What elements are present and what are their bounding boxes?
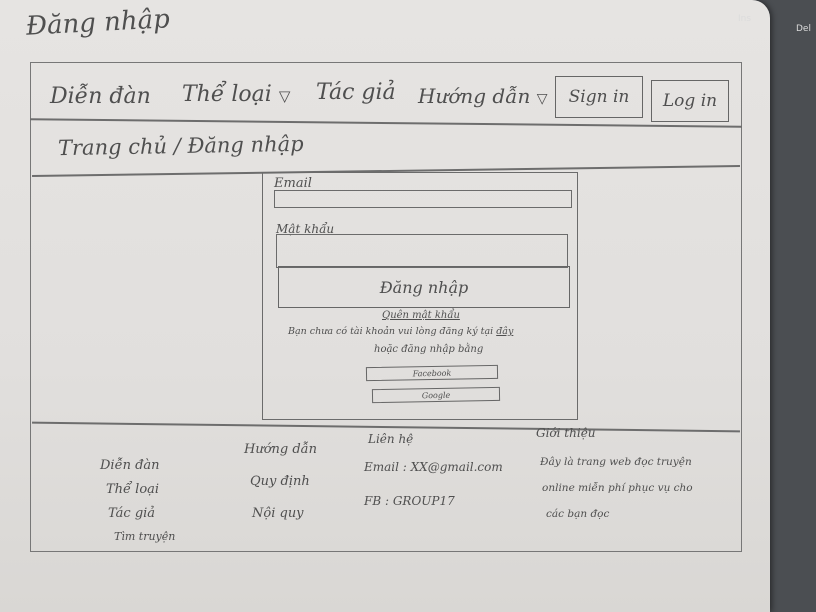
keyboard-edge: Ins Del	[726, 0, 816, 40]
contact-facebook: FB : GROUP17	[364, 494, 455, 508]
google-login-label: Google	[421, 390, 451, 400]
login-submit-label: Đăng nhập	[379, 277, 469, 297]
footer-link[interactable]: Tìm truyện	[114, 530, 175, 543]
nav-genre-label: Thể loại	[182, 82, 272, 107]
page-title: Đăng nhập	[25, 4, 171, 42]
nav-genre[interactable]: Thể loại ▽	[182, 82, 290, 107]
nav-guide-label: Hướng dẫn	[418, 84, 531, 108]
google-login-button[interactable]: Google	[371, 386, 501, 404]
register-text: Bạn chưa có tài khoản vui lòng đăng ký t…	[288, 326, 513, 337]
footer-link[interactable]: Hướng dẫn	[244, 442, 317, 457]
footer-link[interactable]: Nội quy	[252, 506, 304, 521]
log-in-button[interactable]: Log in	[651, 80, 729, 122]
nav-guide[interactable]: Hướng dẫn ▽	[418, 84, 547, 108]
register-text-label: Bạn chưa có tài khoản vui lòng đăng ký t…	[288, 326, 494, 337]
footer-link[interactable]: Quy định	[250, 474, 310, 489]
chevron-down-icon: ▽	[536, 91, 548, 107]
footer-link[interactable]: Diễn đàn	[100, 458, 160, 473]
facebook-login-label: Facebook	[412, 368, 452, 378]
contact-email: Email : XX@gmail.com	[364, 460, 503, 474]
login-submit-button[interactable]: Đăng nhập	[278, 266, 570, 308]
breadcrumb: Trang chủ / Đăng nhập	[57, 131, 304, 161]
contact-heading: Liên hệ	[368, 432, 414, 446]
forgot-password-link[interactable]: Quên mật khẩu	[382, 310, 460, 321]
register-link[interactable]: đây	[496, 326, 513, 337]
del-key-label: Del	[796, 24, 811, 34]
sign-in-label: Sign in	[568, 87, 630, 107]
footer-link[interactable]: Thể loại	[106, 482, 159, 497]
ins-key-label: Ins	[738, 14, 752, 24]
about-line: các bạn đọc	[546, 508, 610, 520]
email-field[interactable]	[274, 190, 572, 208]
footer-link[interactable]: Tác giả	[108, 506, 155, 521]
sign-in-button[interactable]: Sign in	[555, 76, 643, 118]
about-line: Đây là trang web đọc truyện	[540, 456, 692, 468]
about-heading: Giới thiệu	[536, 426, 596, 440]
facebook-login-button[interactable]: Facebook	[365, 364, 499, 382]
nav-forum[interactable]: Diễn đàn	[50, 84, 151, 109]
about-line: online miễn phí phục vụ cho	[542, 482, 693, 494]
paper-sheet: Đăng nhập Diễn đàn Thể loại ▽ Tác giả Hư…	[0, 0, 770, 612]
social-login-label: hoặc đăng nhập bằng	[374, 344, 484, 355]
log-in-label: Log in	[662, 91, 718, 111]
chevron-down-icon: ▽	[278, 87, 291, 105]
nav-author[interactable]: Tác giả	[316, 80, 396, 105]
email-label: Email	[274, 176, 312, 191]
password-field[interactable]	[276, 234, 568, 268]
